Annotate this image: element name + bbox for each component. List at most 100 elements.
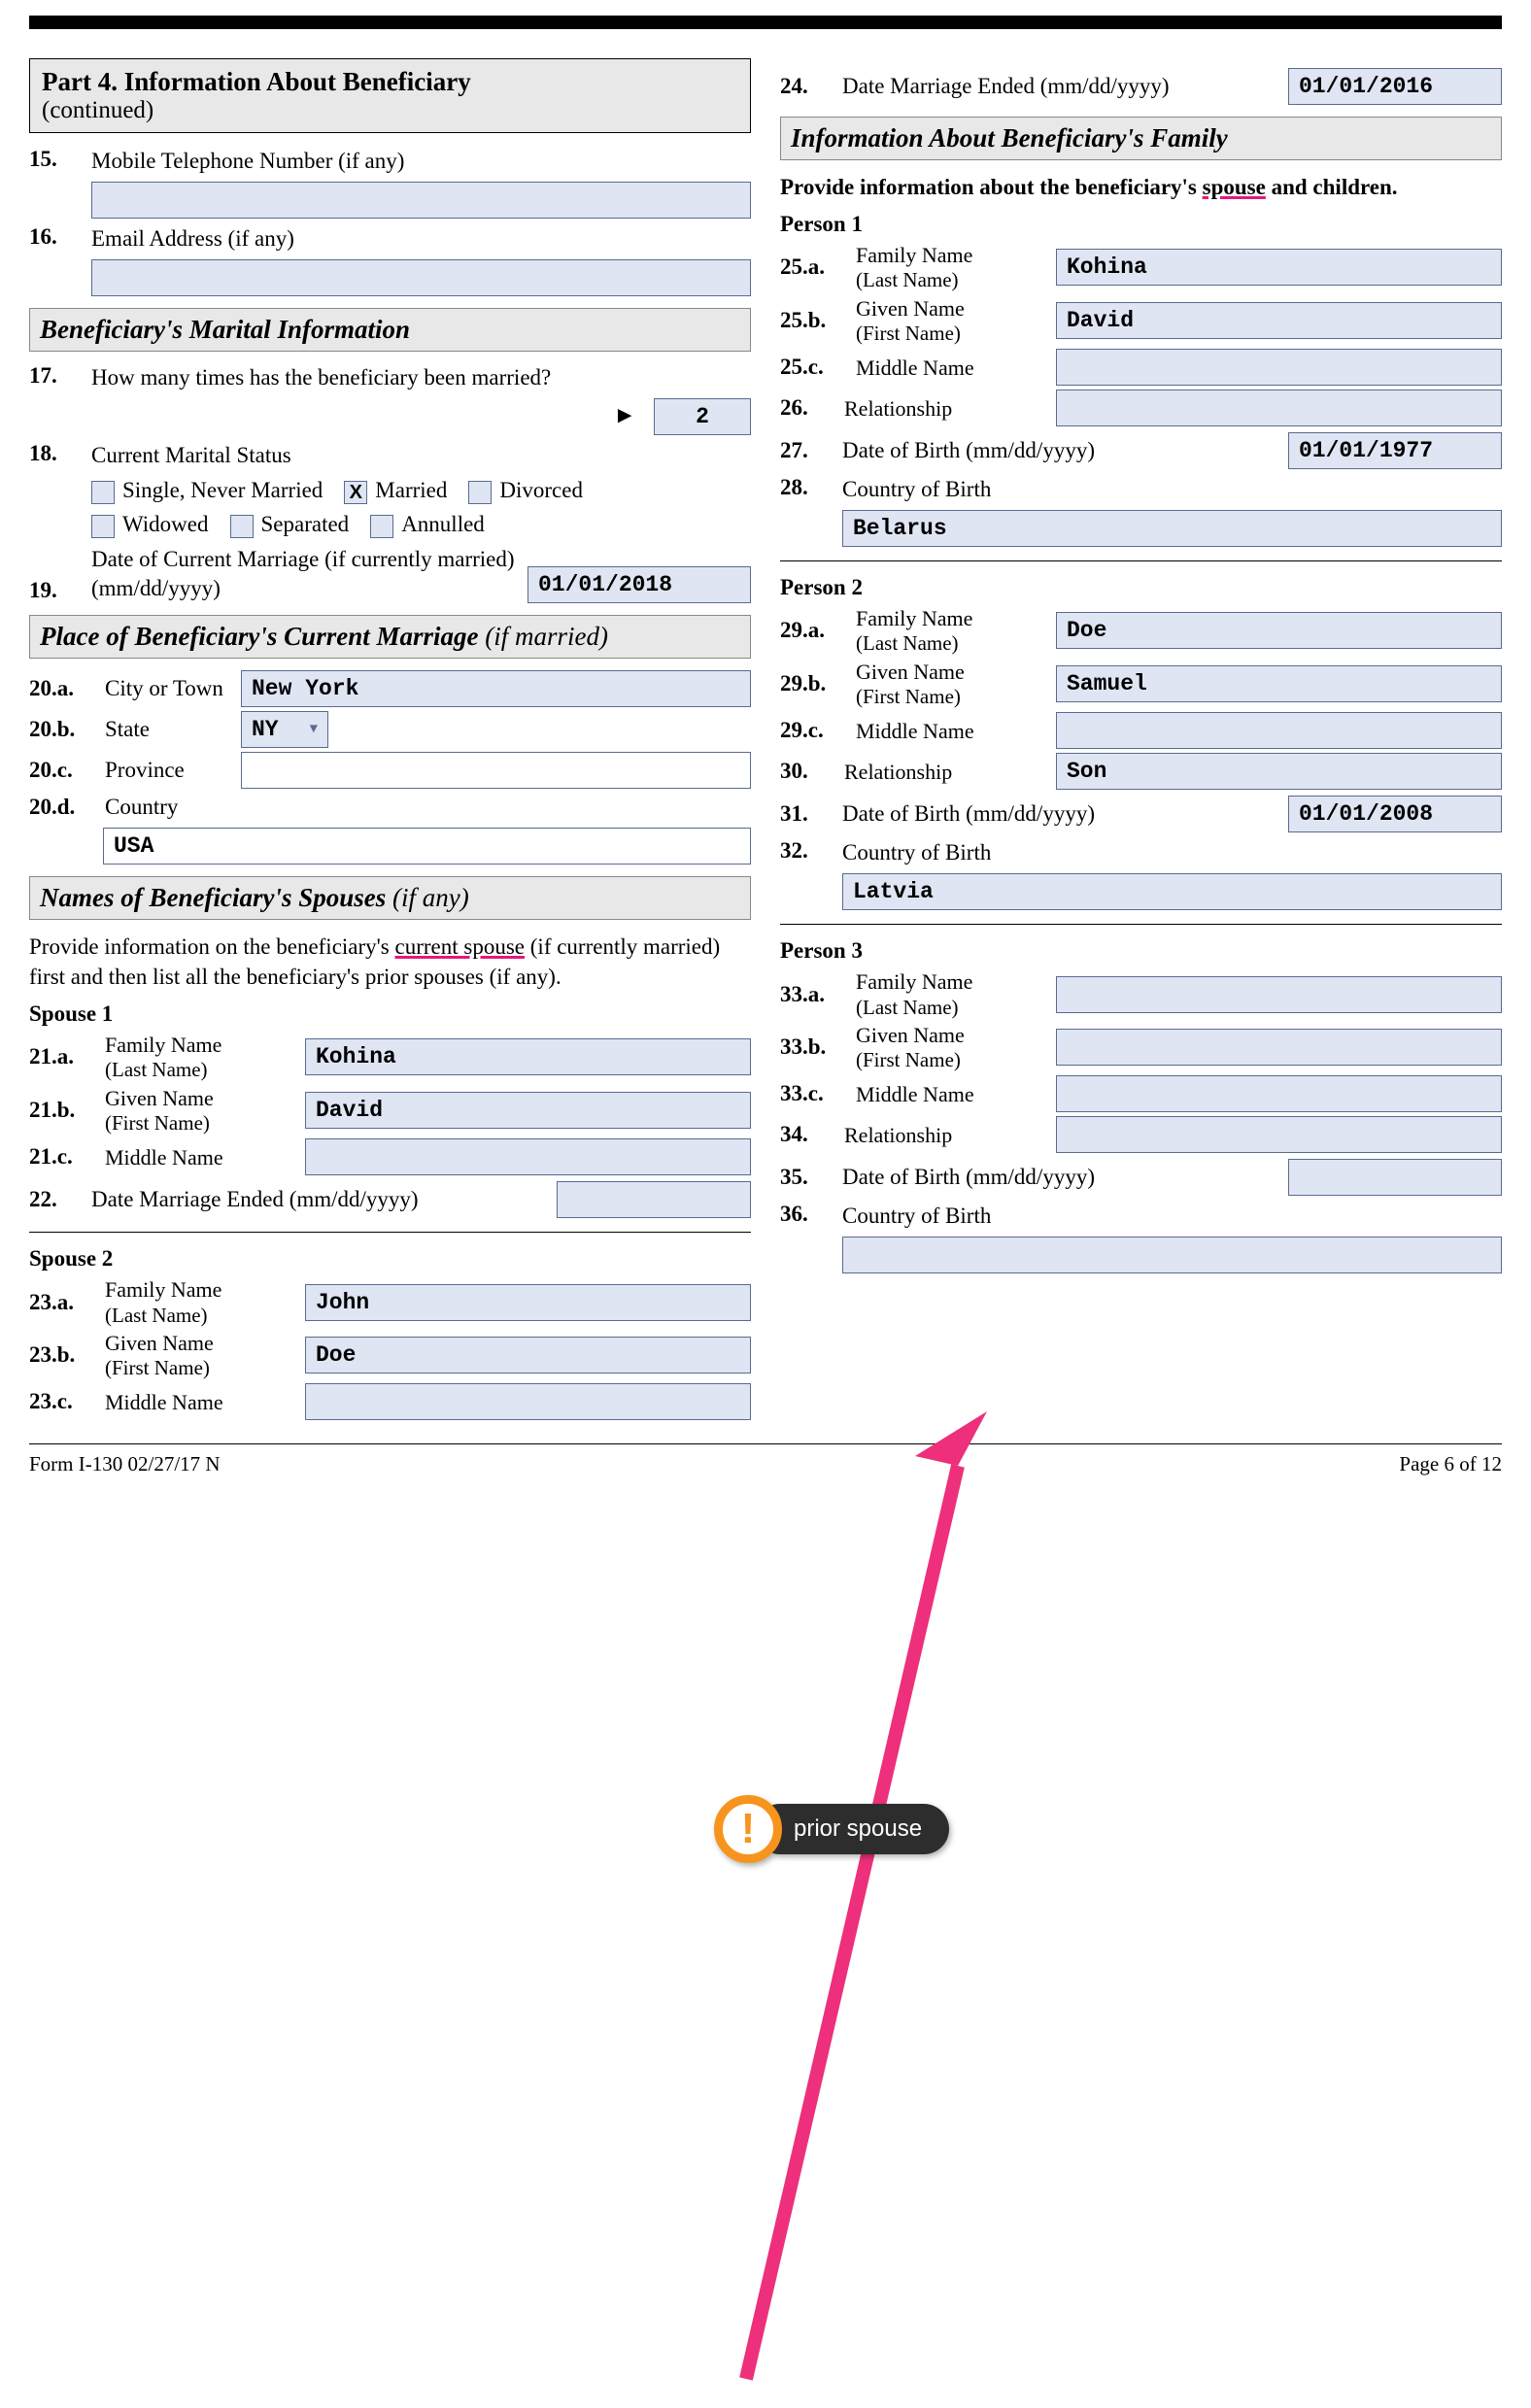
q33a-input[interactable] bbox=[1056, 976, 1502, 1013]
q22-num: 22. bbox=[29, 1187, 84, 1212]
q20c-input[interactable] bbox=[241, 752, 751, 789]
family-intro: Provide information about the beneficiar… bbox=[780, 172, 1502, 202]
q21b-num: 21.b. bbox=[29, 1098, 95, 1123]
q24-num: 24. bbox=[780, 74, 834, 99]
part4-continued: (continued) bbox=[42, 97, 738, 124]
q29a-input[interactable]: Doe bbox=[1056, 612, 1502, 649]
q23c-num: 23.c. bbox=[29, 1389, 95, 1414]
q28-input[interactable]: Belarus bbox=[842, 510, 1502, 547]
q23a-input[interactable]: John bbox=[305, 1284, 751, 1321]
top-rule bbox=[29, 16, 1502, 29]
q25c-input[interactable] bbox=[1056, 349, 1502, 386]
q20b-label: State bbox=[105, 715, 231, 744]
q17-input[interactable]: 2 bbox=[654, 398, 751, 435]
q26-input[interactable] bbox=[1056, 390, 1502, 426]
q17-arrow-icon: ► bbox=[613, 403, 636, 429]
q20b-state-select[interactable]: NY ▼ bbox=[241, 711, 328, 748]
q21a-input[interactable]: Kohina bbox=[305, 1038, 751, 1075]
q35-input[interactable] bbox=[1288, 1159, 1502, 1196]
q20c-label: Province bbox=[105, 756, 231, 785]
q23c-input[interactable] bbox=[305, 1383, 751, 1420]
spouse2-title: Spouse 2 bbox=[29, 1246, 751, 1272]
q33b-input[interactable] bbox=[1056, 1029, 1502, 1066]
q20d-label: Country bbox=[105, 793, 178, 822]
footer-left: Form I-130 02/27/17 N bbox=[29, 1452, 221, 1476]
q35-label: Date of Birth (mm/dd/yyyy) bbox=[842, 1163, 1280, 1192]
spouse1-title: Spouse 1 bbox=[29, 1001, 751, 1027]
q27-input[interactable]: 01/01/1977 bbox=[1288, 432, 1502, 469]
cb-divorced[interactable] bbox=[468, 481, 492, 504]
q25b-input[interactable]: David bbox=[1056, 302, 1502, 339]
q19-input[interactable]: 01/01/2018 bbox=[527, 566, 751, 603]
dropdown-icon: ▼ bbox=[310, 722, 318, 737]
q20d-input[interactable]: USA bbox=[103, 828, 751, 865]
footer-right: Page 6 of 12 bbox=[1399, 1452, 1502, 1476]
annotation-arrow-icon bbox=[734, 1398, 987, 2408]
underline-spouse: spouse bbox=[1203, 175, 1266, 199]
q32-label: Country of Birth bbox=[842, 838, 991, 867]
q31-num: 31. bbox=[780, 801, 834, 827]
cb-widowed[interactable] bbox=[91, 515, 115, 538]
q21c-num: 21.c. bbox=[29, 1144, 95, 1170]
person2-title: Person 2 bbox=[780, 575, 1502, 600]
q28-num: 28. bbox=[780, 475, 834, 500]
cb-annulled[interactable] bbox=[370, 515, 393, 538]
q29b-input[interactable]: Samuel bbox=[1056, 665, 1502, 702]
page-footer: Form I-130 02/27/17 N Page 6 of 12 bbox=[29, 1443, 1502, 1496]
cb-annulled-label: Annulled bbox=[401, 512, 485, 536]
place-header: Place of Beneficiary's Current Marriage … bbox=[29, 615, 751, 659]
q23b-input[interactable]: Doe bbox=[305, 1337, 751, 1374]
cb-separated[interactable] bbox=[230, 515, 254, 538]
q21c-input[interactable] bbox=[305, 1138, 751, 1175]
q33c-input[interactable] bbox=[1056, 1075, 1502, 1112]
q31-label: Date of Birth (mm/dd/yyyy) bbox=[842, 799, 1280, 829]
divider bbox=[780, 924, 1502, 925]
q16-label: Email Address (if any) bbox=[91, 224, 294, 254]
q25a-input[interactable]: Kohina bbox=[1056, 249, 1502, 286]
part4-title: Part 4. Information About Beneficiary bbox=[42, 67, 738, 97]
cb-single[interactable] bbox=[91, 481, 115, 504]
q36-label: Country of Birth bbox=[842, 1202, 991, 1231]
q31-input[interactable]: 01/01/2008 bbox=[1288, 796, 1502, 832]
part4-header: Part 4. Information About Beneficiary (c… bbox=[29, 58, 751, 133]
q20a-input[interactable]: New York bbox=[241, 670, 751, 707]
q34-input[interactable] bbox=[1056, 1116, 1502, 1153]
q24-input[interactable]: 01/01/2016 bbox=[1288, 68, 1502, 105]
q19-label: Date of Current Marriage (if currently m… bbox=[91, 545, 520, 603]
q32-input[interactable]: Latvia bbox=[842, 873, 1502, 910]
q15-input[interactable] bbox=[91, 182, 751, 219]
q24-label: Date Marriage Ended (mm/dd/yyyy) bbox=[842, 72, 1280, 101]
q29c-input[interactable] bbox=[1056, 712, 1502, 749]
q33a-num: 33.a. bbox=[780, 982, 846, 1007]
q28-label: Country of Birth bbox=[842, 475, 991, 504]
person1-title: Person 1 bbox=[780, 212, 1502, 237]
q29c-num: 29.c. bbox=[780, 718, 846, 743]
cb-married[interactable]: X bbox=[344, 481, 367, 504]
q25b-num: 25.b. bbox=[780, 308, 846, 333]
q27-label: Date of Birth (mm/dd/yyyy) bbox=[842, 436, 1280, 465]
q25a-num: 25.a. bbox=[780, 254, 846, 280]
spouses-intro: Provide information on the beneficiary's… bbox=[29, 932, 751, 992]
q36-num: 36. bbox=[780, 1202, 834, 1227]
q20b-num: 20.b. bbox=[29, 717, 95, 742]
q20c-num: 20.c. bbox=[29, 758, 95, 783]
q30-input[interactable]: Son bbox=[1056, 753, 1502, 790]
cb-married-label: Married bbox=[375, 478, 447, 502]
q22-input[interactable] bbox=[557, 1181, 751, 1218]
q21b-input[interactable]: David bbox=[305, 1092, 751, 1129]
divider bbox=[780, 560, 1502, 561]
q20b-state-value: NY bbox=[252, 717, 279, 742]
q19-num: 19. bbox=[29, 578, 84, 603]
q18-num: 18. bbox=[29, 441, 84, 466]
q15-num: 15. bbox=[29, 147, 84, 172]
q15-label: Mobile Telephone Number (if any) bbox=[91, 147, 404, 176]
spouses-header-text: Names of Beneficiary's Spouses bbox=[40, 883, 386, 912]
marital-header: Beneficiary's Marital Information bbox=[29, 308, 751, 352]
spouses-header: Names of Beneficiary's Spouses (if any) bbox=[29, 876, 751, 920]
q35-num: 35. bbox=[780, 1165, 834, 1190]
q16-input[interactable] bbox=[91, 259, 751, 296]
q20a-label: City or Town bbox=[105, 674, 231, 703]
q36-input[interactable] bbox=[842, 1237, 1502, 1273]
q34-num: 34. bbox=[780, 1122, 834, 1147]
q33b-num: 33.b. bbox=[780, 1034, 846, 1060]
